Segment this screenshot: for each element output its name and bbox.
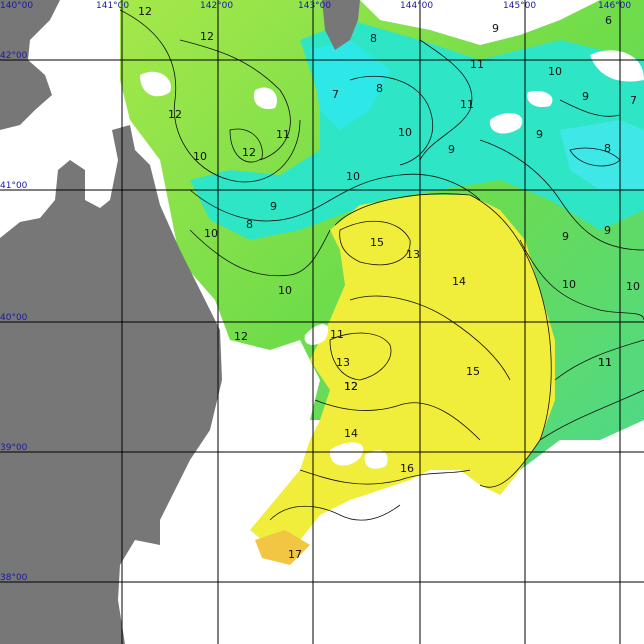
- temperature-label: 13: [406, 248, 420, 261]
- temperature-label: 14: [452, 275, 466, 288]
- temperature-label: 10: [204, 227, 218, 240]
- temperature-label: 12: [200, 30, 214, 43]
- temperature-label: 9: [492, 22, 499, 35]
- temperature-label: 7: [630, 94, 637, 107]
- temperature-label: 15: [466, 365, 480, 378]
- temperature-label: 13: [336, 356, 350, 369]
- temperature-label: 12: [168, 108, 182, 121]
- temperature-label: 6: [605, 14, 612, 27]
- longitude-label: 144°00: [400, 1, 433, 11]
- temperature-label: 10: [398, 126, 412, 139]
- longitude-label: 143°00: [298, 1, 331, 11]
- temperature-label: 10: [562, 278, 576, 291]
- sea-surface-temperature-map: 140°00 141°00 142°00 143°00 144°00 145°0…: [0, 0, 644, 644]
- temperature-label: 11: [470, 58, 484, 71]
- longitude-label: 145°00: [503, 1, 536, 11]
- temperature-label: 7: [332, 88, 339, 101]
- temperature-label: 10: [278, 284, 292, 297]
- temperature-label: 12: [138, 5, 152, 18]
- temperature-label: 15: [370, 236, 384, 249]
- temperature-label: 10: [548, 65, 562, 78]
- temperature-label: 17: [288, 548, 302, 561]
- temperature-label: 8: [370, 32, 377, 45]
- latitude-label: 39°00: [0, 443, 28, 453]
- temperature-label: 10: [193, 150, 207, 163]
- temperature-label: 10: [626, 280, 640, 293]
- latitude-label: 41°00: [0, 181, 28, 191]
- temperature-label: 12: [242, 146, 256, 159]
- temperature-label: 11: [460, 98, 474, 111]
- longitude-label: 146°00: [598, 1, 631, 11]
- longitude-label: 142°00: [200, 1, 233, 11]
- temperature-label: 8: [376, 82, 383, 95]
- temperature-label: 9: [582, 90, 589, 103]
- temperature-label: 11: [276, 128, 290, 141]
- temperature-label: 9: [604, 224, 611, 237]
- temperature-label: 9: [562, 230, 569, 243]
- latitude-label: 40°00: [0, 313, 28, 323]
- temperature-label: 11: [598, 356, 612, 369]
- temperature-label: 8: [604, 142, 611, 155]
- temperature-label: 8: [246, 218, 253, 231]
- temperature-label: 16: [400, 462, 414, 475]
- longitude-label: 141°00: [96, 1, 129, 11]
- temperature-label: 10: [346, 170, 360, 183]
- temperature-label: 12: [234, 330, 248, 343]
- longitude-label: 140°00: [0, 1, 33, 11]
- temperature-label: 9: [536, 128, 543, 141]
- temperature-label: 12: [344, 380, 358, 393]
- temperature-label: 9: [448, 143, 455, 156]
- latitude-label: 38°00: [0, 573, 28, 583]
- temperature-label: 11: [330, 328, 344, 341]
- temperature-label: 9: [270, 200, 277, 213]
- latitude-label: 42°00: [0, 51, 28, 61]
- temperature-label: 14: [344, 427, 358, 440]
